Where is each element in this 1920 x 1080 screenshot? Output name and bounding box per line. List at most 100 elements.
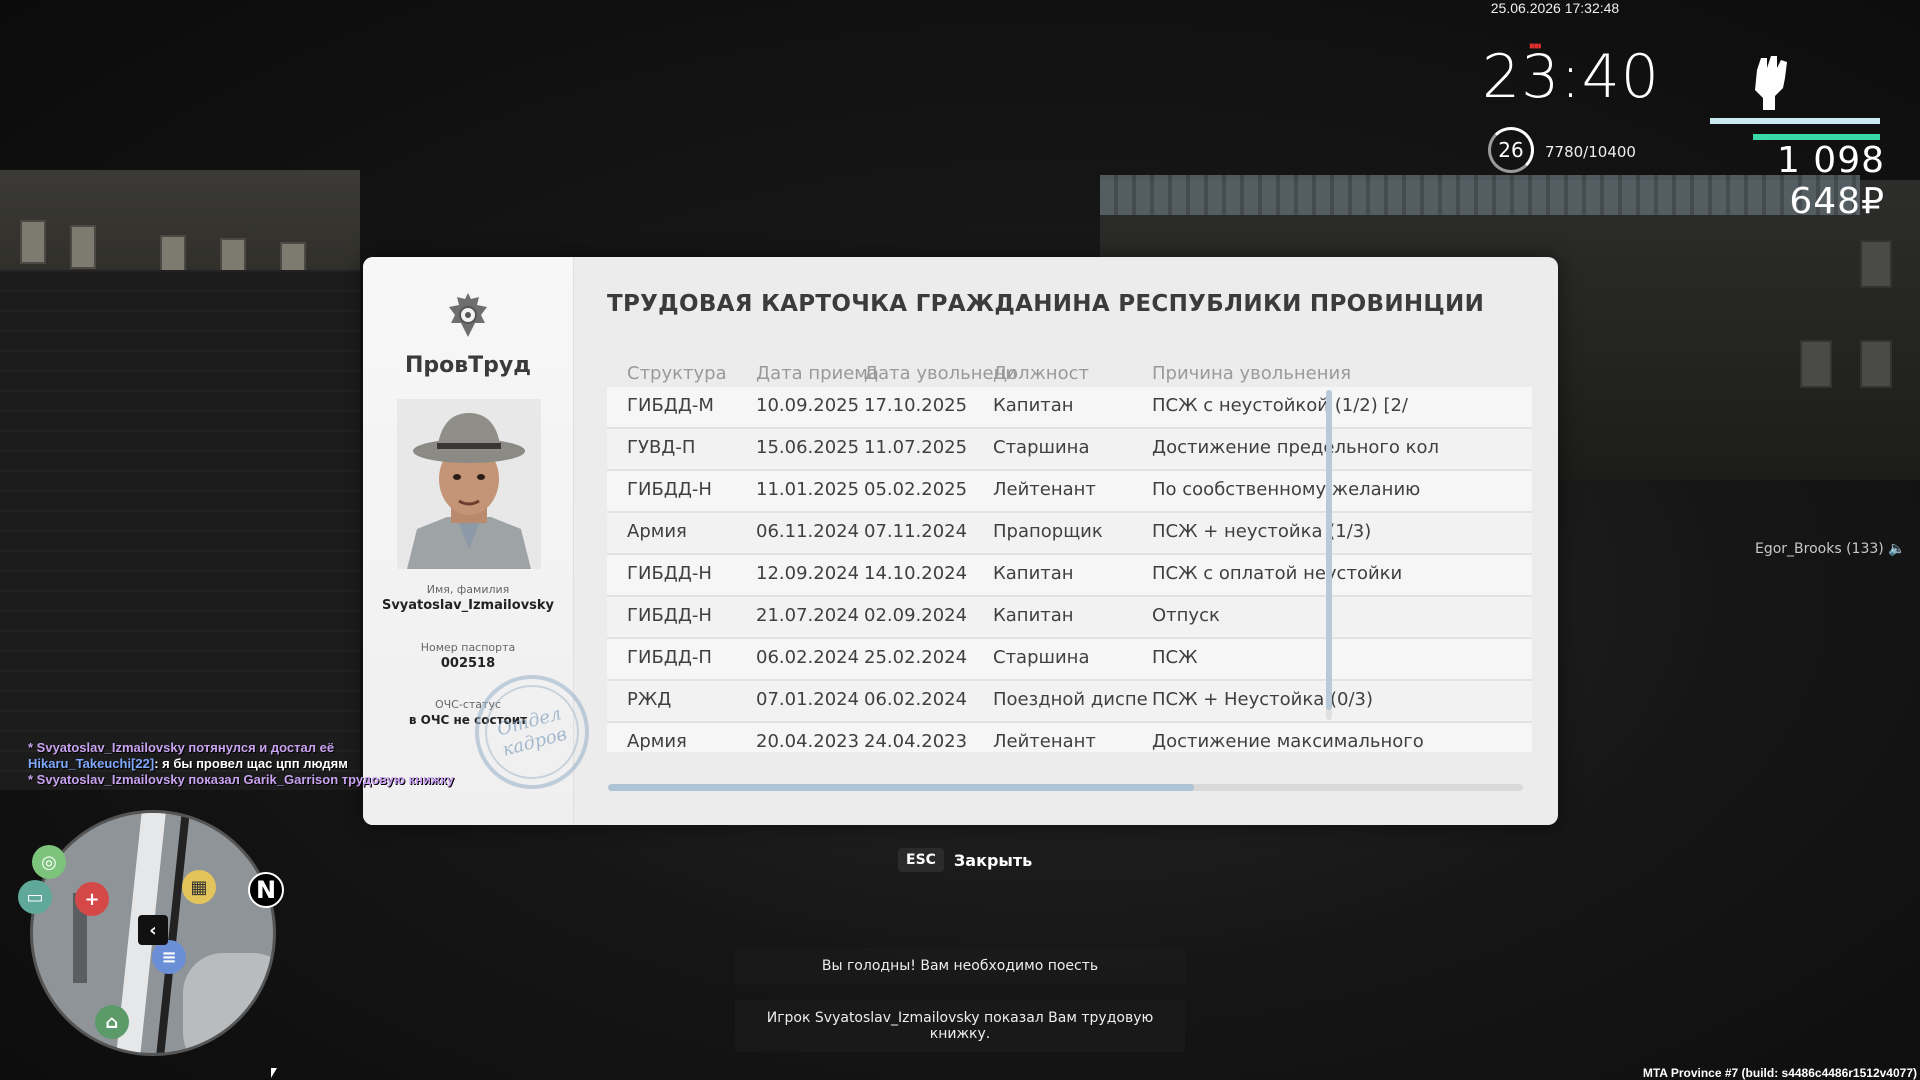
cell-fire-date: 07.11.2024 bbox=[864, 521, 968, 542]
cell-position: Старшина bbox=[993, 437, 1090, 458]
chat-author: Hikaru_Takeuchi[22] bbox=[28, 756, 155, 771]
cell-structure: ГИБДД-М bbox=[627, 395, 714, 416]
hud-datetime: 25.06.2026 17:32:48 bbox=[1490, 0, 1620, 16]
cell-fire-date: 02.09.2024 bbox=[864, 605, 968, 626]
chat-log: * Svyatoslav_Izmailovsky потянулся и дос… bbox=[28, 740, 454, 788]
cell-hire-date: 15.06.2025 bbox=[756, 437, 860, 458]
fist-icon bbox=[1755, 56, 1787, 110]
table-row[interactable]: ГИБДД-Н 12.09.2024 14.10.2024 Капитан ПСЖ с … bbox=[607, 555, 1532, 597]
show-book-notice: Игрок Svyatoslav_Izmailovsky показал Вам… bbox=[735, 1000, 1185, 1052]
health-bar bbox=[1710, 118, 1880, 124]
level-badge: 26 bbox=[1488, 127, 1534, 173]
job-icon: ≡ bbox=[152, 940, 186, 974]
chat-line: Hikaru_Takeuchi[22]: я бы провел щас цпп… bbox=[28, 756, 454, 772]
cell-reason: ПСЖ bbox=[1152, 647, 1198, 668]
table-row[interactable]: ГИБДД-П 06.02.2024 25.02.2024 Старшина ПСЖ bbox=[607, 639, 1532, 681]
cell-hire-date: 10.09.2025 bbox=[756, 395, 860, 416]
passport-value: 002518 bbox=[440, 656, 496, 671]
employment-table[interactable]: Структура Дата приема Дата увольнени Дол… bbox=[607, 357, 1547, 752]
cell-structure: ГИБДД-Н bbox=[627, 479, 712, 500]
name-label: Имя, фамилия bbox=[426, 583, 510, 596]
cell-hire-date: 06.02.2024 bbox=[756, 647, 860, 668]
build-info: MTA Province #7 (build: s4486c4486r1512v… bbox=[1642, 1066, 1917, 1080]
cell-structure: Армия bbox=[627, 731, 687, 752]
cell-structure: ГИБДД-Н bbox=[627, 563, 712, 584]
cell-hire-date: 06.11.2024 bbox=[756, 521, 860, 542]
stamp-line-2: кадров bbox=[500, 723, 570, 761]
card-main: ТРУДОВАЯ КАРТОЧКА ГРАЖДАНИНА РЕСПУБЛИКИ … bbox=[573, 257, 1558, 825]
mouse-cursor-icon bbox=[271, 1068, 277, 1078]
cell-structure: ГИБДД-Н bbox=[627, 605, 712, 626]
cell-hire-date: 20.04.2023 bbox=[756, 731, 860, 752]
table-row[interactable]: Армия 06.11.2024 07.11.2024 Прапорщик ПСЖ + … bbox=[607, 513, 1532, 555]
cell-position: Поездной диспетчер bbox=[993, 689, 1148, 710]
cell-hire-date: 12.09.2024 bbox=[756, 563, 860, 584]
table-vertical-scrollbar[interactable] bbox=[1326, 390, 1332, 720]
cell-hire-date: 07.01.2024 bbox=[756, 689, 860, 710]
cell-hire-date: 21.07.2024 bbox=[756, 605, 860, 626]
hunger-notice: Вы голодны! Вам необходимо поесть bbox=[735, 948, 1185, 984]
target-icon: ◎ bbox=[32, 845, 66, 879]
coat-of-arms-icon bbox=[449, 293, 487, 337]
table-row[interactable]: ГИБДД-Н 11.01.2025 05.02.2025 Лейтенант По с… bbox=[607, 471, 1532, 513]
cell-reason: Достижение максимального bbox=[1152, 731, 1424, 752]
cell-position: Лейтенант bbox=[993, 731, 1096, 752]
chat-text: : я бы провел щас цпп людям bbox=[154, 756, 348, 771]
col-position: Должност bbox=[993, 363, 1089, 384]
cell-fire-date: 17.10.2025 bbox=[864, 395, 968, 416]
hospital-icon: + bbox=[75, 882, 109, 916]
stamp-line-1: Отдел bbox=[494, 703, 564, 741]
table-header: Структура Дата приема Дата увольнени Дол… bbox=[607, 357, 1547, 387]
close-button[interactable]: Закрыть bbox=[954, 851, 1032, 870]
cell-fire-date: 24.04.2023 bbox=[864, 731, 968, 752]
cell-structure: РЖД bbox=[627, 689, 672, 710]
table-row[interactable]: ГИБДД-Н 21.07.2024 02.09.2024 Капитан Отпуск bbox=[607, 597, 1532, 639]
xp-counter: 7780/10400 bbox=[1545, 143, 1636, 161]
taxi-icon: ▦ bbox=[182, 870, 216, 904]
table-horizontal-scrollbar[interactable] bbox=[608, 784, 1523, 791]
nearby-player-tag: Egor_Brooks (133) 🔈 bbox=[1755, 541, 1906, 557]
cell-fire-date: 11.07.2025 bbox=[864, 437, 968, 458]
money-display: 1 098 648₽ bbox=[1776, 140, 1885, 222]
cell-position: Прапорщик bbox=[993, 521, 1103, 542]
brand-name: ПровТруд bbox=[404, 353, 532, 378]
cell-reason: ПСЖ + неустойка (1/3) bbox=[1152, 521, 1372, 542]
bank-icon: ⌂ bbox=[95, 1005, 129, 1039]
north-compass-icon: N bbox=[248, 872, 284, 908]
cell-fire-date: 05.02.2025 bbox=[864, 479, 968, 500]
table-row[interactable]: Армия 20.04.2023 24.04.2023 Лейтенант Достиж… bbox=[607, 723, 1532, 752]
hud-clock: 23:40 bbox=[1482, 42, 1660, 112]
cell-reason: ПСЖ + Неустойка (0/3) bbox=[1152, 689, 1374, 710]
close-hint[interactable]: ESC Закрыть bbox=[898, 848, 1032, 872]
cell-position: Капитан bbox=[993, 395, 1074, 416]
col-hire-date: Дата приема bbox=[756, 363, 879, 384]
name-value: Svyatoslav_Izmailovsky bbox=[381, 598, 555, 613]
cell-structure: ГИБДД-П bbox=[627, 647, 712, 668]
table-row[interactable]: ГИБДД-М 10.09.2025 17.10.2025 Капитан ПСЖ с … bbox=[607, 387, 1532, 429]
cell-reason: Отпуск bbox=[1152, 605, 1220, 626]
cell-position: Лейтенант bbox=[993, 479, 1096, 500]
cell-structure: ГУВД-П bbox=[627, 437, 696, 458]
col-structure: Структура bbox=[627, 363, 727, 384]
cell-reason: Достижение предельного кол bbox=[1152, 437, 1439, 458]
car-icon: ▭ bbox=[18, 880, 52, 914]
work-card-dialog: ПровТруд Имя, фамилия Svyatoslav_Izmailo… bbox=[363, 257, 1558, 825]
card-title: ТРУДОВАЯ КАРТОЧКА ГРАЖДАНИНА РЕСПУБЛИКИ … bbox=[607, 291, 1485, 317]
cell-position: Капитан bbox=[993, 605, 1074, 626]
chat-line: * Svyatoslav_Izmailovsky потянулся и дос… bbox=[28, 740, 335, 755]
cell-fire-date: 25.02.2024 bbox=[864, 647, 968, 668]
table-row[interactable]: ГУВД-П 15.06.2025 11.07.2025 Старшина Достиж… bbox=[607, 429, 1532, 471]
table-row[interactable]: РЖД 07.01.202406.02.2024 Поездной диспетче… bbox=[607, 681, 1532, 723]
player-arrow-icon: ‹ bbox=[138, 915, 168, 945]
passport-label: Номер паспорта bbox=[420, 641, 516, 654]
chat-line: * Svyatoslav_Izmailovsky показал Garik_G… bbox=[28, 772, 454, 787]
col-reason: Причина увольнения bbox=[1152, 363, 1352, 384]
esc-key[interactable]: ESC bbox=[898, 848, 944, 872]
cell-position: Капитан bbox=[993, 563, 1074, 584]
cell-reason: По сообственному желанию bbox=[1152, 479, 1421, 500]
cell-position: Старшина bbox=[993, 647, 1090, 668]
citizen-photo bbox=[397, 399, 541, 569]
cell-structure: Армия bbox=[627, 521, 687, 542]
brick-wall bbox=[0, 270, 360, 790]
cell-reason: ПСЖ с оплатой неустойки bbox=[1152, 563, 1403, 584]
